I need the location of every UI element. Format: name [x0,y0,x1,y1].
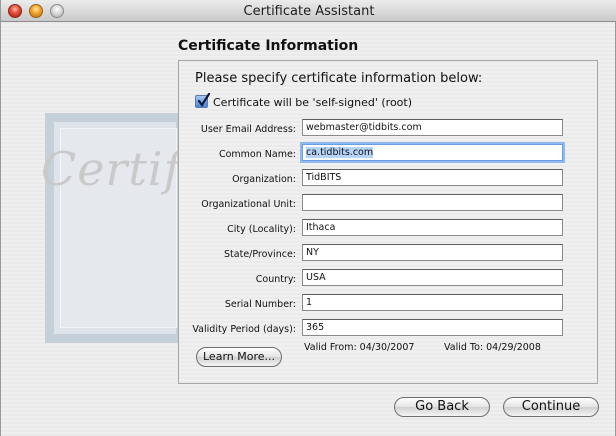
section-title: Certificate Information [178,38,359,54]
learn-more-button[interactable]: Learn More... [196,347,282,367]
email-field[interactable]: webmaster@tidbits.com [302,119,563,136]
continue-button[interactable]: Continue [503,397,599,417]
validity-period-label: Validity Period (days): [192,324,296,335]
email-label: User Email Address: [200,124,296,135]
organization-value: TidBITS [306,172,342,183]
common-name-label: Common Name: [218,149,296,160]
state-value: NY [306,247,319,258]
city-label: City (Locality): [227,224,296,235]
validity-period-value: 365 [306,322,325,333]
self-signed-checkbox[interactable] [195,93,211,108]
country-value: USA [306,272,326,283]
organization-field[interactable]: TidBITS [302,169,563,186]
common-name-field[interactable]: ca.tidbits.com [302,144,563,161]
state-label: State/Province: [224,249,296,260]
common-name-value: ca.tidbits.com [306,147,374,158]
certificate-assistant-window: Certificate Assistant Certificate Certif… [0,0,616,436]
valid-to-text: Valid To: 04/29/2008 [444,342,541,353]
org-unit-label: Organizational Unit: [201,199,296,210]
instruction-text: Please specify certificate information b… [195,71,483,86]
serial-number-label: Serial Number: [224,299,296,310]
country-label: Country: [255,274,296,285]
serial-number-field[interactable]: 1 [302,294,563,311]
self-signed-label: Certificate will be 'self-signed' (root) [213,96,413,109]
valid-from-text: Valid From: 04/30/2007 [304,342,415,353]
validity-period-field[interactable]: 365 [302,319,563,336]
city-field[interactable]: Ithaca [302,219,563,236]
window-title: Certificate Assistant [243,4,375,19]
serial-number-value: 1 [306,297,313,308]
org-unit-field[interactable] [302,194,563,211]
country-field[interactable]: USA [302,269,563,286]
state-field[interactable]: NY [302,244,563,261]
organization-label: Organization: [232,174,296,185]
checkmark-icon [197,93,211,107]
email-value: webmaster@tidbits.com [306,122,422,133]
title-bar: Certificate Assistant [1,0,616,22]
go-back-button[interactable]: Go Back [394,397,490,417]
city-value: Ithaca [306,222,336,233]
